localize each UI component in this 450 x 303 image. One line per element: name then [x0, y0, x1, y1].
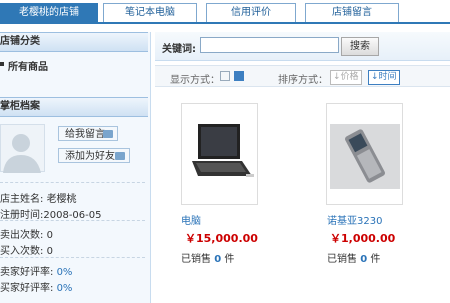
- bought-value: 0: [46, 246, 53, 257]
- divider: [0, 220, 145, 221]
- owner-value: 老樱桃: [46, 194, 77, 205]
- product-sold-row: 已销售 0 件: [327, 250, 380, 265]
- keyword-input[interactable]: [200, 37, 339, 53]
- sort-by-price-button[interactable]: ↓价格: [330, 70, 362, 85]
- product-name-link[interactable]: 诺基亚3230: [327, 212, 382, 227]
- tab-shop-message[interactable]: 店铺留言: [305, 3, 399, 22]
- product-name-link[interactable]: 电脑: [181, 212, 201, 227]
- buyer-rate-value[interactable]: 0%: [57, 283, 73, 294]
- product-image-phone[interactable]: [326, 103, 403, 205]
- seller-rate-row: 卖家好评率: 0%: [0, 263, 72, 278]
- grid-view-icon[interactable]: [234, 71, 244, 81]
- seller-rate-value[interactable]: 0%: [57, 267, 73, 278]
- sold-label: 已销售: [181, 254, 211, 265]
- add-friend-button[interactable]: 添加为好友: [58, 148, 130, 163]
- sold-count: 0: [360, 254, 368, 265]
- avatar: [0, 124, 45, 173]
- bought-count-row: 买入次数: 0: [0, 242, 53, 257]
- sold-value: 0: [46, 230, 53, 241]
- search-button[interactable]: 搜索: [341, 37, 379, 56]
- category-panel-title: 店铺分类: [0, 32, 148, 52]
- list-view-icon[interactable]: [220, 71, 230, 81]
- bullet-icon: [0, 62, 4, 66]
- mail-icon: [103, 130, 113, 138]
- sold-label: 已销售: [327, 254, 357, 265]
- register-time-row: 注册时间:2008-06-05: [0, 206, 102, 221]
- keyword-label: 关键词:: [162, 44, 196, 55]
- product-price: ￥1,000.00: [330, 232, 396, 245]
- down-arrow-icon: ↓: [333, 72, 341, 82]
- divider: [0, 257, 145, 258]
- sold-count-row: 卖出次数: 0: [0, 226, 53, 241]
- owner-label: 店主姓名:: [0, 194, 44, 205]
- category-all-link[interactable]: 所有商品: [8, 58, 48, 73]
- sort-time-label: 时间: [378, 72, 397, 82]
- tab-credit-rating[interactable]: 信用评价: [206, 3, 296, 22]
- tab-laptop[interactable]: 笔记本电脑: [103, 3, 197, 22]
- sort-label: 排序方式：: [278, 75, 328, 86]
- sold-unit: 件: [224, 254, 235, 265]
- phone-image: [330, 124, 400, 189]
- tab-shop-home[interactable]: 老樱桃的店铺: [0, 3, 98, 22]
- seller-rate-label: 卖家好评率:: [0, 267, 54, 278]
- sold-unit: 件: [370, 254, 381, 265]
- sort-price-label: 价格: [340, 72, 359, 82]
- add-friend-icon: [115, 152, 125, 160]
- sold-count: 0: [214, 254, 222, 265]
- add-friend-label: 添加为好友: [65, 151, 115, 162]
- buyer-rate-row: 买家好评率: 0%: [0, 279, 72, 294]
- buyer-rate-label: 买家好评率:: [0, 283, 54, 294]
- sold-label: 卖出次数:: [0, 230, 44, 241]
- display-mode-label: 显示方式：: [170, 75, 220, 86]
- product-sold-row: 已销售 0 件: [181, 250, 234, 265]
- leave-message-button[interactable]: 给我留言: [58, 126, 118, 141]
- bought-label: 买入次数:: [0, 246, 44, 257]
- user-silhouette-icon: [3, 134, 41, 173]
- leave-message-label: 给我留言: [65, 129, 105, 140]
- product-price: ￥15,000.00: [185, 232, 258, 245]
- laptop-image: [192, 124, 254, 177]
- product-image-laptop[interactable]: [181, 103, 258, 205]
- profile-panel-title: 掌柜档案: [0, 97, 148, 117]
- sort-by-time-button[interactable]: ↓时间: [368, 70, 400, 85]
- divider: [0, 182, 145, 183]
- down-arrow-icon: ↓: [371, 72, 379, 82]
- owner-name-row: 店主姓名: 老樱桃: [0, 190, 77, 205]
